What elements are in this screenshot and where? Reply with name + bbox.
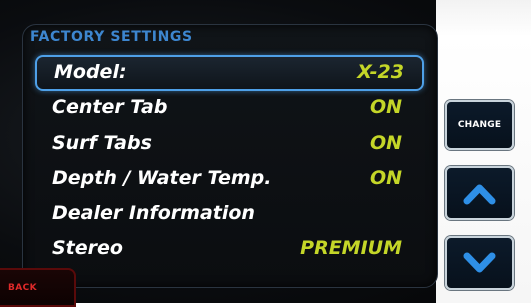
scroll-down-button[interactable] [445,236,514,290]
chevron-up-icon [463,184,496,205]
setting-row-model[interactable]: Model: X-23 [35,55,424,91]
setting-row-depth-water-temp[interactable]: Depth / Water Temp. ON [35,163,420,195]
setting-row-surf-tabs[interactable]: Surf Tabs ON [35,128,420,160]
setting-value: PREMIUM [300,237,402,259]
change-button-label: CHANGE [457,120,502,130]
setting-label: Center Tab [52,96,168,118]
setting-value: X-23 [357,61,404,83]
setting-row-dealer-information[interactable]: Dealer Information [35,198,420,230]
setting-value: ON [369,132,402,154]
setting-row-center-tab[interactable]: Center Tab ON [35,92,420,124]
setting-value: ON [369,167,402,189]
setting-label: Surf Tabs [52,132,152,154]
chevron-down-icon [463,252,496,273]
setting-label: Stereo [52,237,123,259]
setting-label: Depth / Water Temp. [52,167,272,189]
back-button-label: BACK [8,283,38,293]
setting-value: ON [369,96,402,118]
page-title: FACTORY SETTINGS [30,29,193,45]
setting-row-stereo[interactable]: Stereo PREMIUM [35,233,420,265]
setting-label: Model: [54,61,127,83]
change-button[interactable]: CHANGE [445,100,514,150]
setting-label: Dealer Information [52,202,255,224]
back-button[interactable]: BACK [0,268,76,307]
scroll-up-button[interactable] [445,166,514,220]
